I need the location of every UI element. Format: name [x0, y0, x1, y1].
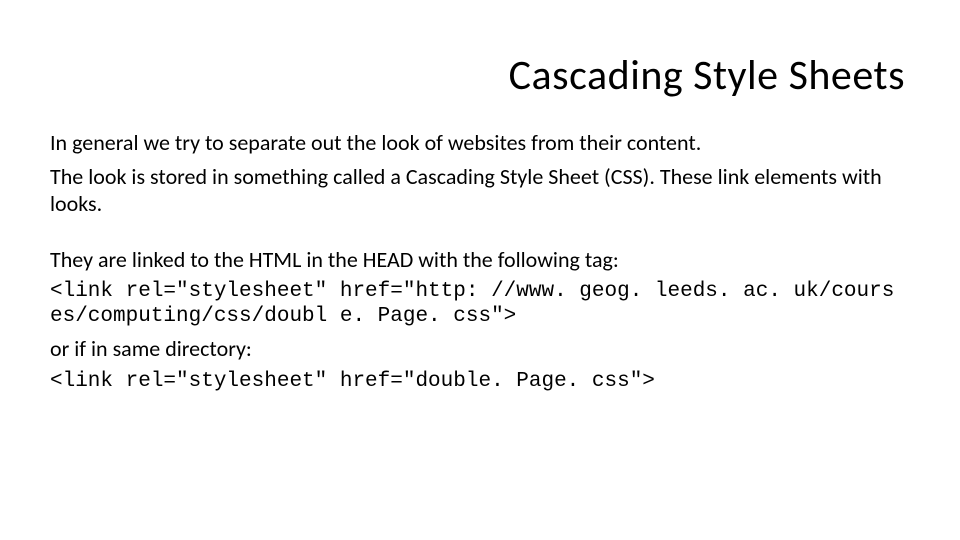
slide: Cascading Style Sheets In general we try…	[0, 0, 960, 540]
code-link-relative: <link rel="stylesheet" href="double. Pag…	[50, 369, 905, 394]
paragraph-link-intro: They are linked to the HTML in the HEAD …	[50, 246, 905, 274]
paragraph-intro-2: The look is stored in something called a…	[50, 163, 905, 218]
slide-body: In general we try to separate out the lo…	[50, 129, 905, 394]
paragraph-intro-1: In general we try to separate out the lo…	[50, 129, 905, 157]
code-link-full: <link rel="stylesheet" href="http: //www…	[50, 279, 905, 329]
slide-title: Cascading Style Sheets	[50, 50, 905, 101]
paragraph-same-dir: or if in same directory:	[50, 335, 905, 363]
